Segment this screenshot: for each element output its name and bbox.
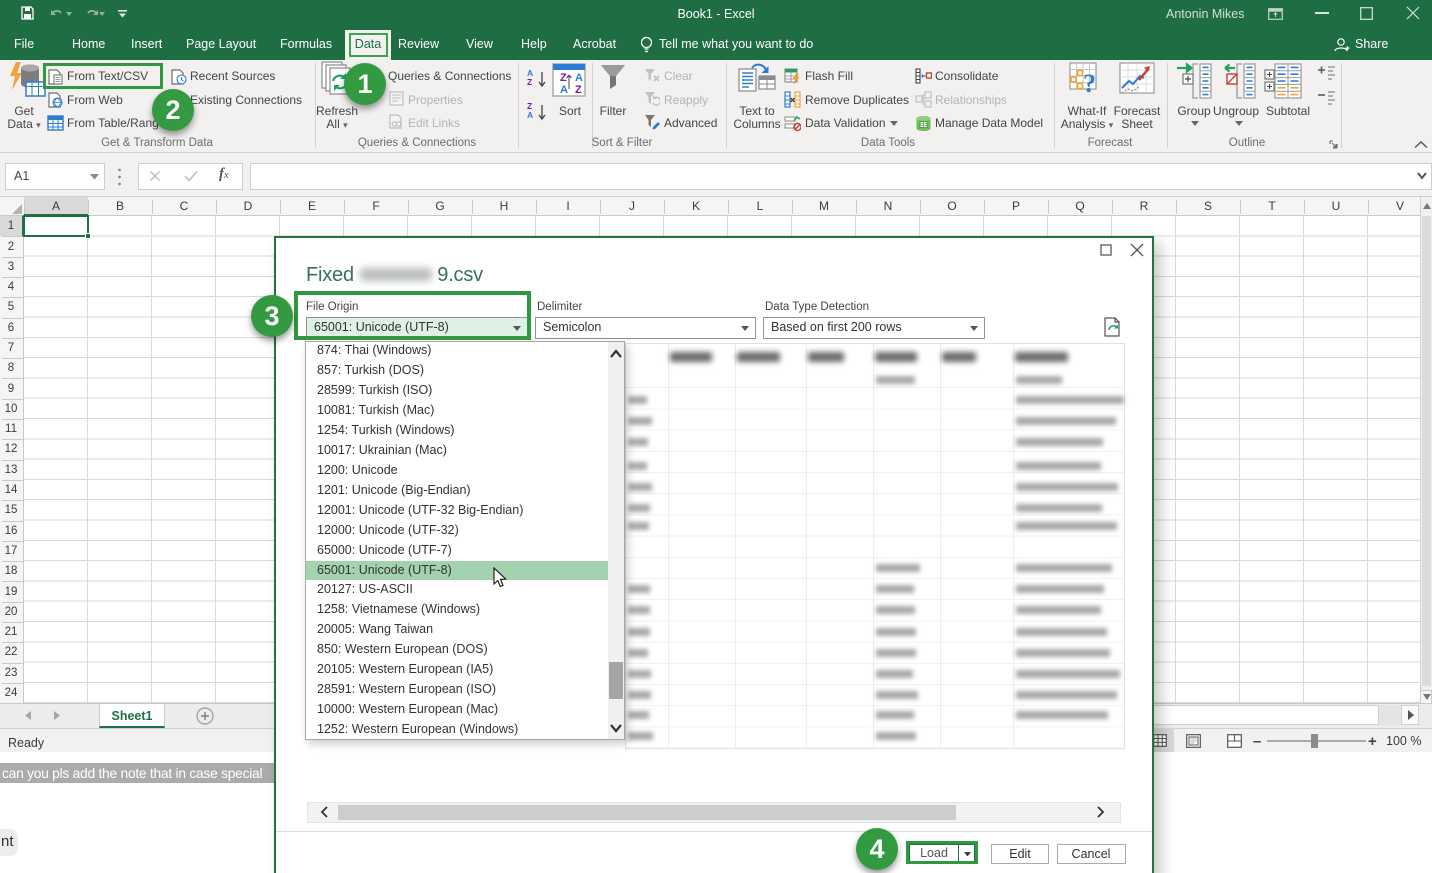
- svg-text:A: A: [560, 84, 568, 96]
- svg-text:Z: Z: [560, 72, 567, 84]
- svg-text:?: ?: [1083, 69, 1096, 98]
- svg-text:A: A: [575, 72, 583, 84]
- svg-text:Z: Z: [575, 84, 582, 96]
